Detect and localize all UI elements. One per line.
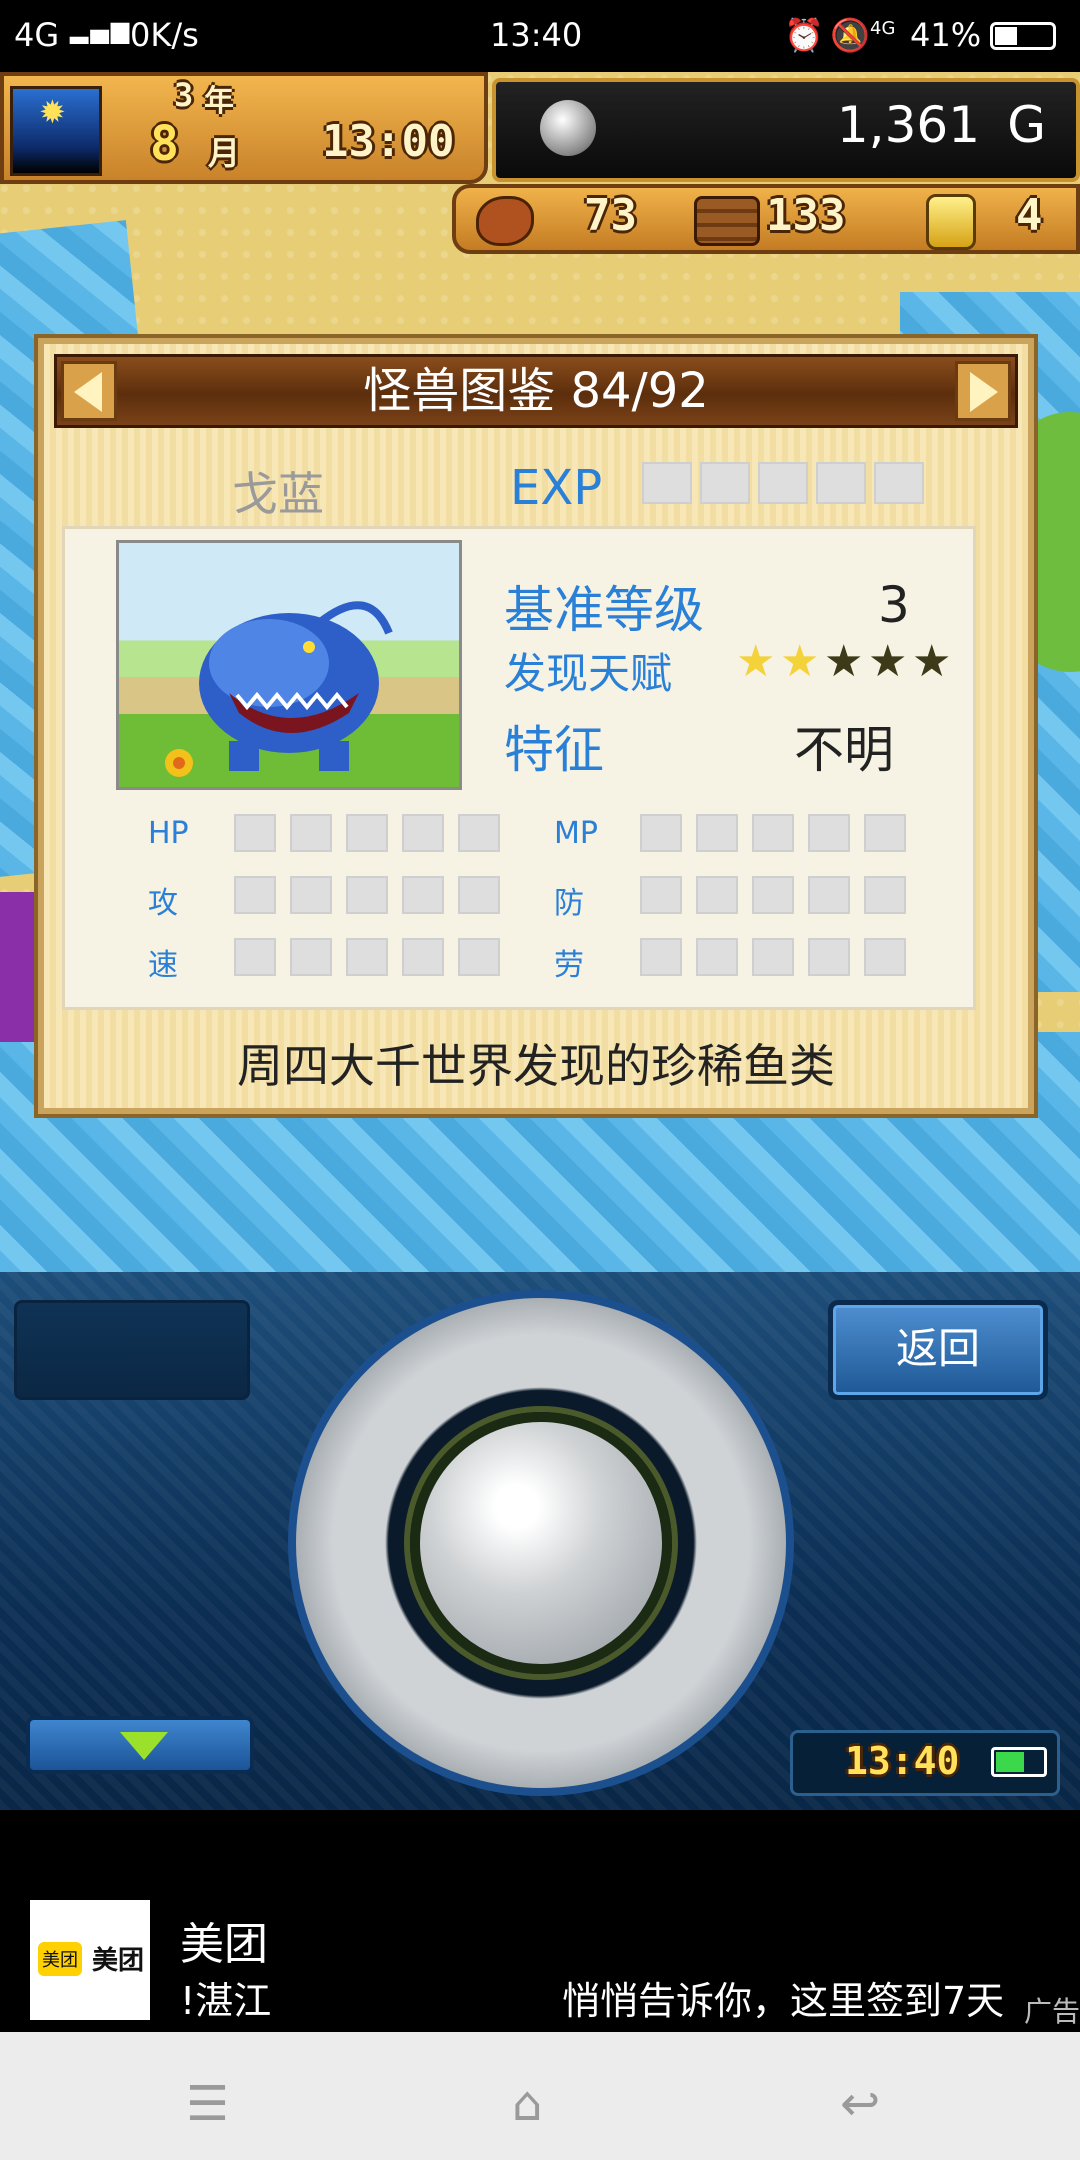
monster-description: 周四大千世界发现的珍稀鱼类 — [237, 1039, 835, 1093]
medal-count: 4 — [1016, 190, 1043, 241]
stat-hp-label: HP — [148, 816, 189, 851]
stat-def-label: 防 — [554, 886, 584, 921]
dpad-center-button[interactable] — [410, 1412, 672, 1674]
panel-title: 怪兽图鉴 84/92 — [363, 363, 709, 419]
wood-count: 133 — [766, 190, 846, 241]
network-type: 4G — [14, 16, 60, 54]
stat-atk-gauge — [234, 876, 514, 918]
star-empty-icon: ★ — [912, 636, 952, 687]
meituan-logo: 美团 美团 — [30, 1900, 150, 2020]
date-panel: ✹ 3 年 8 月 13:00 — [0, 72, 488, 184]
device-clock-time: 13:40 — [845, 1739, 960, 1783]
battery-percent: 41% — [910, 16, 982, 54]
star-empty-icon: ★ — [868, 636, 908, 687]
blue-fish-monster-image — [165, 601, 393, 777]
exp-label: EXP — [510, 460, 603, 516]
monster-name: 戈蓝 — [232, 467, 324, 521]
stat-labor-gauge — [640, 938, 920, 980]
food-count: 73 — [584, 190, 637, 241]
battery-icon — [991, 1747, 1047, 1777]
mute-icon: 🔕 — [830, 16, 870, 54]
network-speed: 0K/s — [130, 16, 199, 54]
signal-icon: ▂▄▆ — [70, 16, 132, 44]
ad-city: !湛江 — [180, 1979, 272, 2023]
arrow-right-icon — [970, 372, 998, 412]
battery-icon — [990, 22, 1056, 50]
month-value: 8 — [150, 116, 179, 172]
year-unit: 年 — [204, 84, 234, 119]
stat-labor-label: 劳 — [554, 948, 584, 983]
resources-bar: 73 133 4 — [452, 184, 1080, 254]
coin-pouch-icon — [540, 100, 596, 156]
ad-banner[interactable]: 美团 美团 美团 !湛江 悄悄告诉你，这里签到7天 广告 — [0, 1810, 1080, 2032]
trait-label: 特征 — [504, 721, 604, 779]
system-nav-bar: ☰ ⌂ ↩ — [0, 2032, 1080, 2160]
monster-portrait — [116, 540, 462, 790]
logo-text: 美团 — [92, 1946, 145, 1976]
meat-icon — [476, 196, 534, 246]
year-value: 3 — [174, 76, 194, 114]
stat-mp-label: MP — [554, 816, 598, 851]
panel-header: 怪兽图鉴 84/92 — [54, 354, 1018, 428]
back-button[interactable]: 返回 — [828, 1300, 1048, 1400]
stat-atk-label: 攻 — [148, 886, 178, 921]
stat-spd-label: 速 — [148, 948, 178, 983]
back-icon[interactable]: ↩ — [840, 2076, 880, 2132]
exp-gauge — [642, 462, 932, 508]
star-filled-icon: ★ — [736, 636, 776, 687]
menu-icon[interactable]: ☰ — [186, 2076, 229, 2132]
stat-hp-gauge — [234, 814, 514, 856]
money-panel: 1,361 G — [492, 78, 1080, 182]
trait-value: 不明 — [794, 721, 894, 779]
status-bar: 4G ▂▄▆ 0K/s 13:40 ⏰ 🔕 4G 41% — [0, 0, 1080, 72]
ad-message: 悄悄告诉你，这里签到7天 — [562, 1979, 1005, 2023]
game-clock: 13:00 — [322, 116, 455, 167]
money-unit: G — [1007, 96, 1046, 154]
home-icon[interactable]: ⌂ — [512, 2076, 542, 2132]
star-filled-icon: ★ — [780, 636, 820, 687]
base-level-label: 基准等级 — [504, 581, 704, 639]
building — [0, 892, 40, 1042]
ad-tag: 广告 — [1024, 1995, 1080, 2028]
medal-icon — [926, 194, 976, 250]
device-clock: 13:40 — [790, 1730, 1060, 1796]
monster-encyclopedia-panel: 怪兽图鉴 84/92 戈蓝 EXP 基准等级 3 发现天赋 ★ ★ ★ ★ ★ 特征 不… — [38, 338, 1034, 1114]
month-unit: 月 — [208, 134, 241, 172]
logo-badge: 美团 — [38, 1942, 82, 1976]
status-time: 13:40 — [490, 16, 583, 54]
sun-icon: ✹ — [10, 86, 102, 176]
star-empty-icon: ★ — [824, 636, 864, 687]
stat-mp-gauge — [640, 814, 920, 856]
network-type-2: 4G — [870, 18, 896, 39]
stat-def-gauge — [640, 876, 920, 918]
ad-brand: 美团 — [180, 1919, 268, 1970]
talent-stars: ★ ★ ★ ★ ★ — [736, 640, 956, 684]
money-value: 1,361 — [836, 96, 980, 154]
menu-toggle-button[interactable] — [26, 1716, 254, 1774]
talent-label: 发现天赋 — [504, 649, 673, 698]
base-level-value: 3 — [878, 576, 910, 634]
next-button[interactable] — [955, 361, 1011, 421]
info-slot — [14, 1300, 250, 1400]
wood-icon — [694, 196, 760, 246]
stat-spd-gauge — [234, 938, 514, 980]
chevron-down-icon — [120, 1732, 168, 1760]
alarm-icon: ⏰ — [784, 16, 824, 54]
